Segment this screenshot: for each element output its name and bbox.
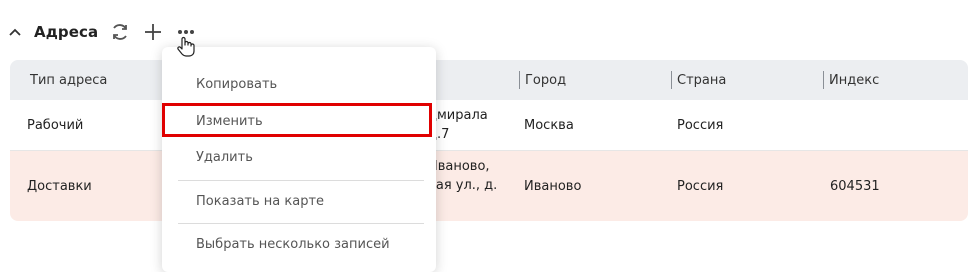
menu-divider (178, 223, 424, 224)
chevron-up-icon[interactable] (8, 25, 22, 39)
cell-city: Москва (524, 118, 574, 133)
table-header: Тип адреса Город Страна Индекс (10, 60, 968, 100)
cell-address: Иваново, кая ул., д. (428, 157, 497, 195)
table-row[interactable]: Рабочий дмирала д.7 Москва Россия (10, 100, 968, 151)
section-title: Адреса (34, 23, 99, 41)
menu-item-select-multiple[interactable]: Выбрать несколько записей (196, 237, 390, 252)
highlight-box (162, 103, 432, 137)
column-header-type[interactable]: Тип адреса (30, 60, 107, 100)
cell-address-line1: дмирала (428, 108, 488, 123)
cell-country: Россия (677, 118, 724, 133)
cell-address-line2: д.7 (428, 127, 450, 142)
cell-type: Доставки (27, 179, 92, 194)
menu-item-show-on-map[interactable]: Показать на карте (196, 194, 324, 209)
cell-type: Рабочий (27, 118, 84, 133)
column-header-city[interactable]: Город (519, 71, 566, 89)
cell-country: Россия (677, 179, 724, 194)
plus-icon[interactable] (141, 20, 165, 44)
hand-cursor-icon (176, 36, 196, 58)
cell-city: Иваново (524, 179, 582, 194)
menu-item-delete[interactable]: Удалить (196, 150, 253, 165)
cell-address: дмирала д.7 (428, 106, 488, 144)
cell-address-line2: кая ул., д. (428, 178, 498, 193)
table-row[interactable]: Доставки Иваново, кая ул., д. Иваново Ро… (10, 151, 968, 221)
context-menu: Копировать Изменить Удалить Показать на … (162, 47, 436, 272)
cell-address-line1: Иваново, (428, 159, 490, 174)
cell-index: 604531 (830, 179, 880, 194)
refresh-icon[interactable] (108, 20, 132, 44)
column-header-country[interactable]: Страна (671, 71, 726, 89)
menu-item-copy[interactable]: Копировать (196, 77, 277, 92)
menu-divider (178, 180, 424, 181)
addresses-table: Тип адреса Город Страна Индекс Рабочий д… (10, 60, 968, 221)
column-header-index[interactable]: Индекс (823, 71, 879, 89)
